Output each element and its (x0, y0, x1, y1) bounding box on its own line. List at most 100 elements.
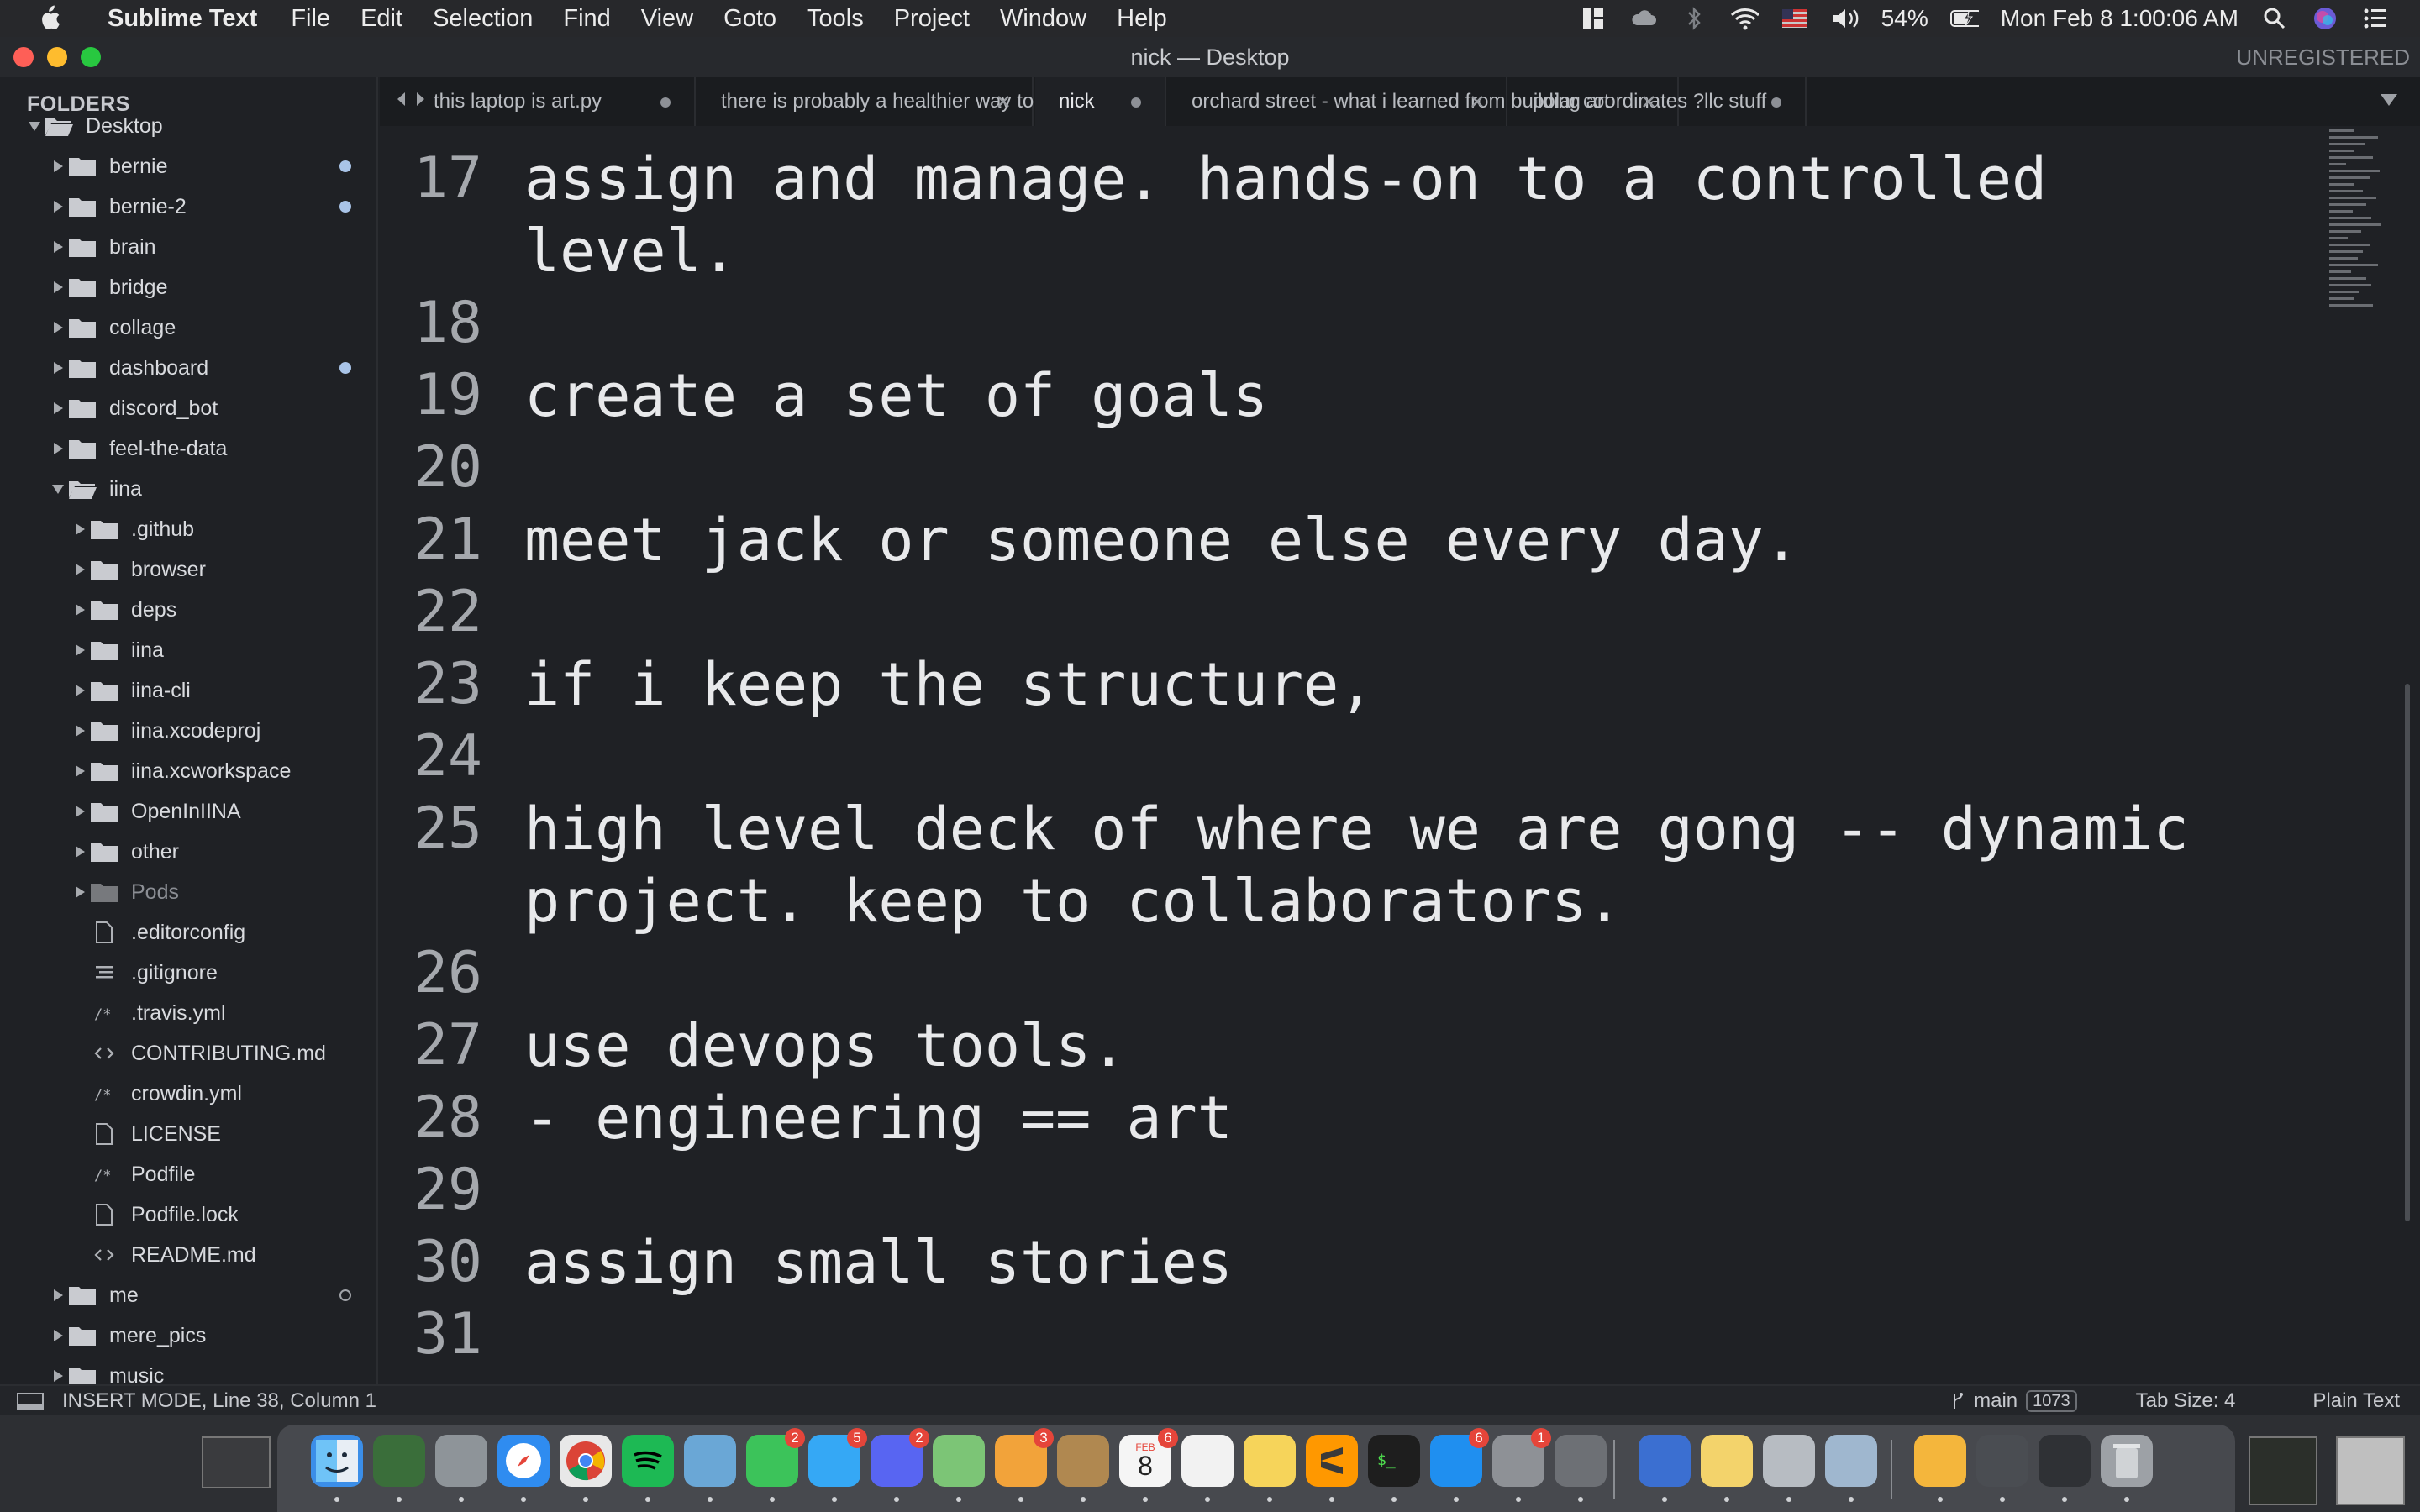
sidebar-item[interactable]: other (0, 833, 376, 870)
sidebar-item[interactable]: bridge (0, 269, 376, 306)
code-line[interactable]: meet jack or someone else every day. (524, 504, 1799, 576)
tab-scroll-left-icon[interactable] (395, 89, 407, 109)
siri-icon[interactable] (2311, 6, 2339, 31)
code-line[interactable]: - engineering == art (524, 1082, 1233, 1154)
facetime-icon[interactable]: 2 (746, 1428, 805, 1502)
sidebar-item[interactable]: bernie-2 (0, 188, 376, 225)
avatar-app-icon[interactable] (1914, 1435, 1966, 1502)
sidebar-item[interactable]: iina (0, 632, 376, 669)
sidebar-item[interactable]: .github (0, 511, 376, 548)
sidebar-item[interactable]: OpenInIINA (0, 793, 376, 830)
reminders-icon[interactable] (1181, 1435, 1234, 1502)
disclosure-closed-icon[interactable] (71, 591, 89, 628)
sidebar-item[interactable]: LICENSE (0, 1116, 376, 1152)
terminal-icon[interactable]: $_ (1368, 1435, 1420, 1502)
sidebar-item[interactable]: discord_bot (0, 390, 376, 427)
discord-icon[interactable]: 2 (871, 1428, 929, 1502)
desktop-thumbnail-icon[interactable] (202, 1436, 271, 1488)
window-thumb-2-icon[interactable] (2039, 1435, 2091, 1502)
launchpad-icon[interactable] (435, 1435, 487, 1502)
trash-icon[interactable] (2101, 1435, 2153, 1502)
tab-file[interactable]: orchard street - what i learned from bui… (1168, 77, 1610, 126)
tab-file[interactable]: llc stuff (1681, 77, 1807, 126)
close-tab-icon[interactable] (1470, 95, 1484, 108)
safari-icon[interactable] (497, 1435, 550, 1502)
disk-utility-icon[interactable] (1763, 1435, 1815, 1502)
disclosure-closed-icon[interactable] (49, 269, 67, 306)
sidebar-item[interactable]: brain (0, 228, 376, 265)
syntax-setting[interactable]: Plain Text (2312, 1389, 2400, 1413)
messages-icon[interactable]: 5 (808, 1428, 867, 1502)
code-line[interactable]: project. keep to collaborators. (524, 865, 1622, 937)
sidebar-item[interactable]: iina.xcodeproj (0, 712, 376, 749)
menu-project[interactable]: Project (879, 5, 985, 33)
disclosure-closed-icon[interactable] (49, 1277, 67, 1314)
disclosure-closed-icon[interactable] (49, 309, 67, 346)
sidebar-item[interactable]: /* Podfile (0, 1156, 376, 1193)
preview-icon[interactable] (1825, 1435, 1877, 1502)
sidebar-item[interactable]: /* crowdin.yml (0, 1075, 376, 1112)
code-line[interactable]: create a set of goals (524, 360, 1268, 432)
disclosure-closed-icon[interactable] (49, 188, 67, 225)
disclosure-closed-icon[interactable] (49, 1357, 67, 1384)
cloud-sync-icon[interactable] (1629, 6, 1658, 31)
contacts-icon[interactable] (1057, 1435, 1109, 1502)
dock-minimized-window-2-icon[interactable] (2336, 1436, 2405, 1505)
code-line[interactable]: high level deck of where we are gong -- … (524, 793, 2189, 865)
disclosure-closed-icon[interactable] (71, 793, 89, 830)
wifi-icon[interactable] (1730, 6, 1759, 31)
window-layout-icon[interactable] (1579, 6, 1607, 31)
sidebar-item[interactable]: CONTRIBUTING.md (0, 1035, 376, 1072)
tab-file[interactable]: polar coordinates ? (1509, 77, 1704, 126)
notification-center-icon[interactable] (2361, 6, 2390, 31)
menu-view[interactable]: View (626, 5, 708, 33)
minimap[interactable] (2329, 126, 2388, 319)
sidebar-item[interactable]: deps (0, 591, 376, 628)
sidebar-item[interactable]: Pods (0, 874, 376, 911)
disclosure-closed-icon[interactable] (71, 551, 89, 588)
disclosure-closed-icon[interactable] (49, 228, 67, 265)
mail-bird-icon[interactable] (684, 1435, 736, 1502)
disclosure-closed-icon[interactable] (71, 874, 89, 911)
disclosure-closed-icon[interactable] (71, 511, 89, 548)
disclosure-closed-icon[interactable] (49, 430, 67, 467)
sidebar-item[interactable]: iina (0, 470, 376, 507)
disclosure-closed-icon[interactable] (71, 833, 89, 870)
tab-size-setting[interactable]: Tab Size: 4 (2136, 1389, 2236, 1413)
close-tab-icon[interactable] (1642, 95, 1655, 108)
tab-file[interactable]: there is probably a healthier way to be … (697, 77, 1134, 126)
photos-icon[interactable]: 3 (995, 1428, 1054, 1502)
input-flag-icon[interactable] (1781, 6, 1809, 31)
quicktime-icon[interactable] (1639, 1435, 1691, 1502)
disclosure-closed-icon[interactable] (71, 632, 89, 669)
activity-monitor-icon[interactable] (373, 1435, 425, 1502)
spotify-icon[interactable] (622, 1435, 674, 1502)
disclosure-closed-icon[interactable] (49, 1317, 67, 1354)
disclosure-open-icon[interactable] (49, 470, 67, 507)
disclosure-closed-icon[interactable] (71, 753, 89, 790)
app-store-icon[interactable]: 6 (1430, 1428, 1489, 1502)
stickies-icon[interactable] (1701, 1435, 1753, 1502)
sidebar-item[interactable]: dashboard (0, 349, 376, 386)
unsaved-tab-dot-icon[interactable] (1131, 97, 1141, 108)
disclosure-closed-icon[interactable] (49, 148, 67, 185)
code-line[interactable]: if i keep the structure, (524, 648, 1374, 721)
tab-file[interactable]: this laptop is art.py (410, 77, 696, 126)
calendar-icon[interactable]: FEB 8 6 (1119, 1428, 1178, 1502)
menu-app-name[interactable]: Sublime Text (92, 5, 272, 33)
disclosure-closed-icon[interactable] (49, 390, 67, 427)
menu-help[interactable]: Help (1102, 5, 1182, 33)
spotlight-search-icon[interactable] (2260, 6, 2289, 31)
disclosure-closed-icon[interactable] (71, 712, 89, 749)
title-bar[interactable]: nick — Desktop UNREGISTERED (0, 37, 2420, 77)
close-tab-icon[interactable] (997, 95, 1010, 108)
menu-goto[interactable]: Goto (708, 5, 792, 33)
window-thumb-icon[interactable] (1976, 1435, 2028, 1502)
disclosure-closed-icon[interactable] (49, 349, 67, 386)
sidebar-item[interactable]: Desktop (0, 108, 376, 144)
screenshot-icon[interactable] (1555, 1435, 1607, 1502)
chrome-icon[interactable] (560, 1435, 612, 1502)
code-line[interactable]: assign small stories (524, 1226, 1233, 1299)
sidebar-item[interactable]: feel-the-data (0, 430, 376, 467)
code-line[interactable]: assign and manage. hands-on to a control… (524, 143, 2047, 215)
